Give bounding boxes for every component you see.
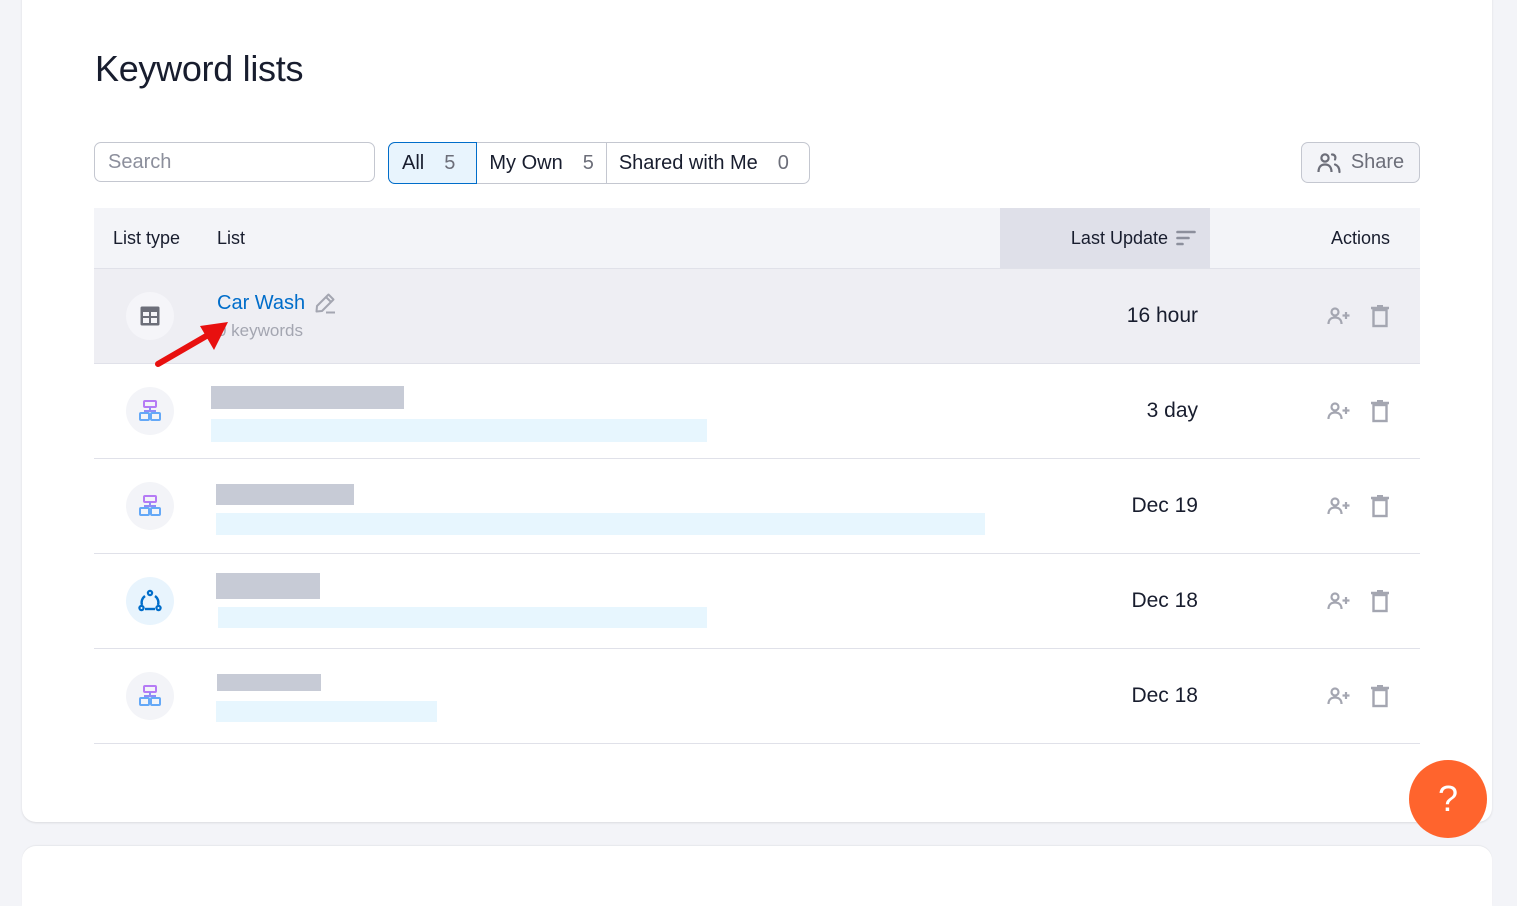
- trash-icon: [1371, 305, 1389, 328]
- share-list-button[interactable]: [1326, 401, 1352, 421]
- share-label: Share: [1350, 151, 1405, 173]
- table-row: Dec 18: [94, 554, 1420, 649]
- list-type-badge: [126, 387, 174, 435]
- redacted-list-details: [216, 701, 437, 722]
- trash-icon: [1371, 495, 1389, 518]
- column-header-actions: Actions: [1330, 227, 1390, 248]
- share-list-button[interactable]: [1326, 306, 1352, 326]
- tab-count: 5: [582, 151, 594, 174]
- trash-icon: [1371, 400, 1389, 423]
- tab-all[interactable]: All 5: [388, 142, 478, 184]
- add-user-icon: [1327, 497, 1350, 515]
- row-actions: [1326, 649, 1390, 743]
- add-user-icon: [1327, 687, 1350, 705]
- table-row: Car Wash 0 keywords 16 hour: [94, 269, 1420, 364]
- row-actions: [1326, 459, 1390, 553]
- column-header-last-update[interactable]: Last Update: [1000, 208, 1210, 268]
- redacted-list-details: [218, 607, 707, 628]
- add-user-icon: [1327, 402, 1350, 420]
- table-row: Dec 19: [94, 459, 1420, 554]
- row-actions: [1326, 269, 1390, 363]
- last-update: 3 day: [1146, 399, 1198, 422]
- search-box: [94, 142, 375, 182]
- row-actions: [1326, 364, 1390, 458]
- column-header-list: List: [217, 227, 246, 248]
- edit-pencil-icon[interactable]: [313, 291, 337, 315]
- list-type-badge: [126, 292, 174, 340]
- help-button[interactable]: ?: [1409, 760, 1487, 838]
- tab-shared-with-me[interactable]: Shared with Me 0: [607, 143, 809, 183]
- tab-my-own[interactable]: My Own 5: [477, 143, 607, 183]
- share-list-button[interactable]: [1326, 496, 1352, 516]
- row-actions: [1326, 554, 1390, 648]
- redacted-list-name: [217, 674, 321, 691]
- delete-list-button[interactable]: [1370, 494, 1390, 518]
- tab-label: My Own: [489, 151, 563, 174]
- table-row: Dec 18: [94, 649, 1420, 744]
- last-update: Dec 19: [1131, 494, 1198, 517]
- column-header-last-update-label: Last Update: [1070, 227, 1168, 248]
- share-list-button[interactable]: [1326, 591, 1352, 611]
- share-button[interactable]: Share: [1301, 142, 1420, 183]
- secondary-card: [22, 846, 1492, 906]
- share-list-button[interactable]: [1326, 686, 1352, 706]
- add-user-icon: [1327, 307, 1350, 325]
- list-type-badge: [126, 672, 174, 720]
- hierarchy-icon: [139, 495, 161, 516]
- column-header-list-type: List type: [113, 227, 181, 248]
- delete-list-button[interactable]: [1370, 304, 1390, 328]
- table-row: 3 day: [94, 364, 1420, 459]
- hierarchy-icon: [139, 400, 161, 421]
- redacted-list-name: [211, 386, 404, 409]
- keyword-count: 0 keywords: [217, 321, 303, 340]
- last-update: Dec 18: [1131, 684, 1198, 707]
- trash-icon: [1371, 685, 1389, 708]
- delete-list-button[interactable]: [1370, 399, 1390, 423]
- search-input[interactable]: [95, 143, 374, 181]
- delete-list-button[interactable]: [1370, 684, 1390, 708]
- last-update: Dec 18: [1131, 589, 1198, 612]
- table-header: List type List Last Update Actions: [94, 208, 1420, 269]
- tab-label: All: [402, 151, 425, 174]
- tab-label: Shared with Me: [618, 151, 758, 174]
- last-update: 16 hour: [1126, 304, 1198, 327]
- keyword-lists-table: List type List Last Update Actions Car W…: [94, 208, 1420, 744]
- redacted-list-name: [216, 484, 354, 505]
- redacted-list-name: [216, 573, 320, 599]
- list-name-link[interactable]: Car Wash: [217, 291, 337, 315]
- help-question-icon: ?: [1437, 778, 1459, 819]
- list-type-badge: [126, 482, 174, 530]
- list-name: Car Wash: [217, 291, 306, 314]
- cluster-icon: [138, 589, 162, 612]
- table-icon: [140, 306, 160, 326]
- sort-lines-icon: [1176, 230, 1196, 246]
- tab-count: 5: [444, 151, 456, 174]
- hierarchy-icon: [139, 685, 161, 706]
- page-title: Keyword lists: [95, 48, 304, 89]
- redacted-list-details: [216, 513, 985, 535]
- list-type-badge: [126, 577, 174, 625]
- add-user-icon: [1327, 592, 1350, 610]
- tab-count: 0: [777, 151, 789, 174]
- filter-tabs: All 5 My Own 5 Shared with Me 0: [388, 142, 810, 184]
- redacted-list-details: [211, 419, 707, 442]
- users-icon: [1317, 152, 1341, 173]
- trash-icon: [1371, 590, 1389, 613]
- delete-list-button[interactable]: [1370, 589, 1390, 613]
